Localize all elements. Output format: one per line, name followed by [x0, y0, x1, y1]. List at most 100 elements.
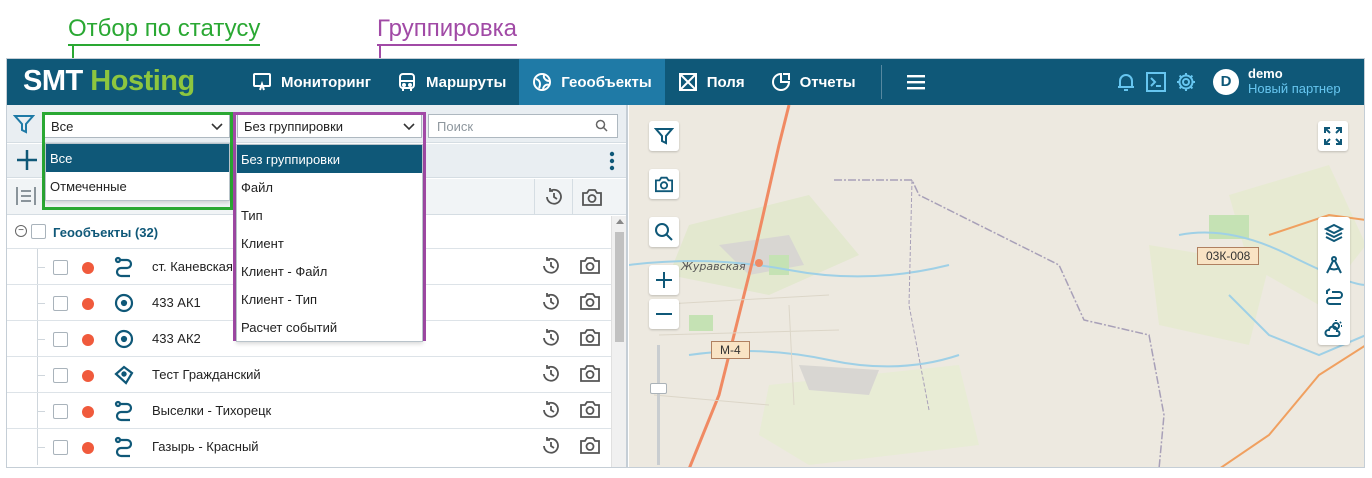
camera-icon[interactable]: [579, 399, 601, 422]
status-dot: [82, 370, 94, 382]
status-dropdown: Все Отмеченные: [45, 143, 230, 201]
row-name: 433 АК2: [152, 331, 201, 346]
status-dot: [82, 298, 94, 310]
camera-icon[interactable]: [579, 435, 601, 458]
grouping-option[interactable]: Без группировки: [237, 145, 422, 173]
status-option-all[interactable]: Все: [46, 144, 229, 172]
scroll-up-icon[interactable]: [616, 219, 624, 224]
map-tools: [1318, 217, 1350, 345]
history-icon[interactable]: [540, 327, 562, 352]
filter-icon[interactable]: [13, 113, 35, 135]
history-icon[interactable]: [540, 399, 562, 424]
nav-item-fields[interactable]: Поля: [665, 59, 758, 105]
nav-item-routes[interactable]: Маршруты: [384, 59, 519, 105]
status-dot: [82, 262, 94, 274]
row-checkbox[interactable]: [53, 260, 68, 275]
grouping-dropdown: Без группировки Файл Тип Клиент Клиент -…: [236, 144, 423, 342]
grouping-option[interactable]: Клиент: [237, 229, 422, 257]
bell-icon[interactable]: [1115, 71, 1137, 93]
status-dot: [82, 406, 94, 418]
map-background: [629, 105, 1364, 467]
camera-icon[interactable]: [579, 363, 601, 386]
scroll-thumb[interactable]: [615, 232, 624, 342]
target-icon: [113, 292, 135, 314]
row-checkbox[interactable]: [53, 296, 68, 311]
camera-icon[interactable]: [579, 255, 601, 278]
tree-line: [37, 339, 45, 340]
row-checkbox[interactable]: [53, 404, 68, 419]
map-view[interactable]: Журавская М-4 03К-008: [629, 105, 1364, 467]
route-icon: [113, 400, 135, 422]
status-dot: [82, 334, 94, 346]
grouping-option[interactable]: Расчет событий: [237, 313, 422, 341]
gear-icon[interactable]: [1175, 71, 1197, 93]
weather-button[interactable]: [1318, 313, 1350, 345]
top-icons: [1115, 59, 1197, 105]
user-role: Новый партнер: [1248, 81, 1341, 96]
fullscreen-button[interactable]: [1318, 121, 1348, 151]
map-search-button[interactable]: [649, 217, 679, 247]
table-row[interactable]: Тест Гражданский: [7, 356, 611, 393]
measure-button[interactable]: [1318, 249, 1350, 281]
row-name: 433 АК1: [152, 295, 201, 310]
zoom-out-button[interactable]: [649, 299, 679, 329]
annotation-grouping: Группировка: [377, 14, 517, 46]
history-icon[interactable]: [540, 363, 562, 388]
grouping-option[interactable]: Тип: [237, 201, 422, 229]
map-filter-button[interactable]: [649, 121, 679, 151]
header-history[interactable]: [534, 179, 572, 215]
grouping-option[interactable]: Клиент - Тип: [237, 285, 422, 313]
user-menu[interactable]: D demo Новый партнер: [1213, 67, 1341, 96]
search-input[interactable]: [428, 114, 618, 138]
add-icon[interactable]: [15, 148, 39, 172]
table-row[interactable]: Газырь - Красный: [7, 428, 611, 465]
row-name: ст. Каневская: [152, 259, 233, 274]
columns-icon[interactable]: [15, 185, 37, 207]
compass-icon: [1326, 256, 1342, 274]
camera-icon[interactable]: [579, 327, 601, 350]
camera-icon: [655, 176, 673, 193]
collapse-icon[interactable]: −: [15, 225, 27, 237]
user-name: demo: [1248, 66, 1283, 81]
globe-icon: [533, 73, 552, 91]
row-checkbox[interactable]: [53, 368, 68, 383]
camera-icon[interactable]: [579, 291, 601, 314]
nav-item-geoobjects[interactable]: Геообъекты: [519, 59, 665, 105]
route-icon: [113, 436, 135, 458]
row-checkbox[interactable]: [53, 332, 68, 347]
plus-icon: [656, 272, 672, 288]
nav-item-reports[interactable]: Отчеты: [758, 59, 869, 105]
road-label-03k: 03К-008: [1197, 247, 1260, 265]
row-checkbox[interactable]: [53, 440, 68, 455]
terminal-icon[interactable]: [1145, 71, 1167, 93]
zoom-slider-track[interactable]: [657, 345, 660, 465]
history-icon[interactable]: [540, 291, 562, 316]
list-scrollbar[interactable]: [611, 216, 626, 467]
route-builder-icon: [1326, 288, 1343, 305]
more-options-icon[interactable]: [609, 151, 615, 171]
search-icon[interactable]: [595, 119, 608, 132]
zoom-in-button[interactable]: [649, 265, 679, 295]
nav-item-monitoring[interactable]: Мониторинг: [239, 59, 384, 105]
hamburger-menu-button[interactable]: [896, 59, 936, 105]
map-screenshot-button[interactable]: [649, 169, 679, 199]
row-name: Тест Гражданский: [152, 367, 261, 382]
route-builder-button[interactable]: [1318, 281, 1350, 313]
road-label-m4: М-4: [711, 341, 750, 359]
history-icon[interactable]: [540, 435, 562, 460]
zoom-slider-handle[interactable]: [650, 383, 667, 394]
history-icon[interactable]: [540, 255, 562, 280]
status-dot: [82, 442, 94, 454]
status-option-marked[interactable]: Отмеченные: [46, 172, 229, 200]
group-label: Геообъекты (32): [53, 225, 159, 240]
avatar: D: [1213, 68, 1239, 95]
group-checkbox[interactable]: [31, 224, 46, 239]
header-snapshot[interactable]: [572, 179, 610, 215]
grouping-option[interactable]: Клиент - Файл: [237, 257, 422, 285]
nav-separator: [880, 65, 882, 99]
tree-line: [37, 411, 45, 412]
table-row[interactable]: Выселки - Тихорецк: [7, 392, 611, 429]
layers-button[interactable]: [1318, 217, 1350, 249]
grouping-option[interactable]: Файл: [237, 173, 422, 201]
logo: SMT Hosting: [23, 65, 195, 97]
